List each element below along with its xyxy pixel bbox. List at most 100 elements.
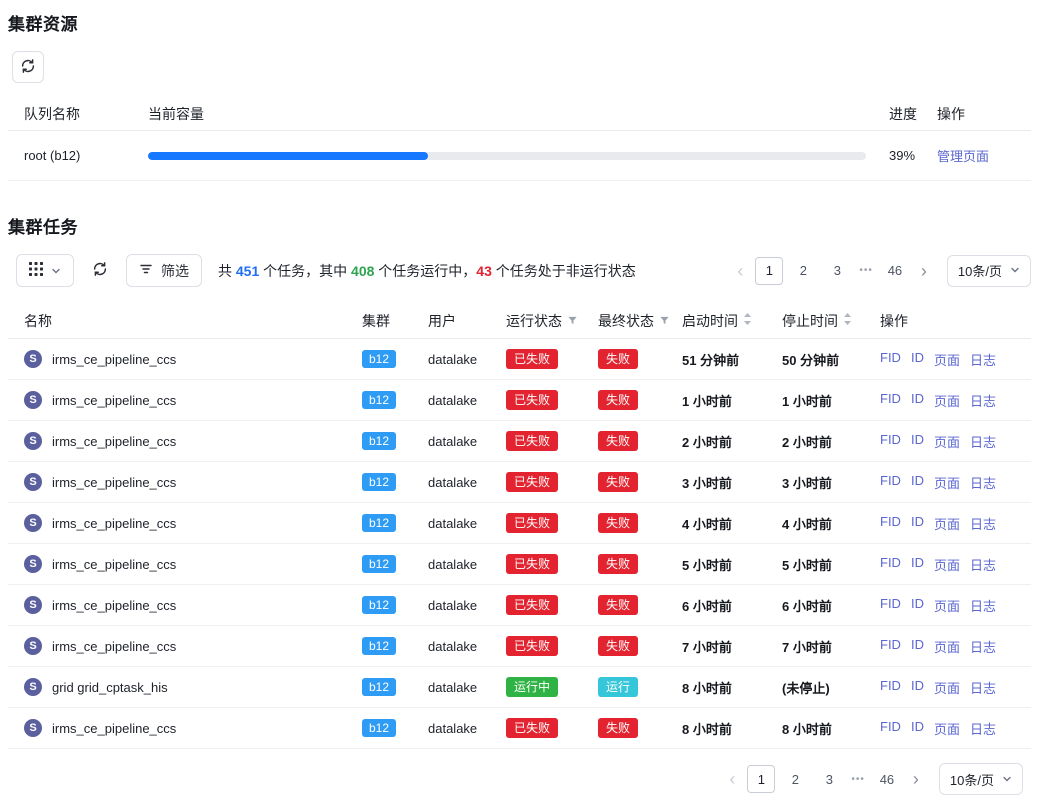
page-link[interactable]: 页面 — [934, 555, 960, 574]
log-link[interactable]: 日志 — [970, 555, 996, 574]
next-page-button[interactable]: › — [915, 262, 933, 280]
table-row: S irms_ce_pipeline_ccs b12 datalake 已失败 … — [8, 462, 1031, 503]
id-link[interactable]: ID — [911, 719, 924, 738]
cluster-badge: b12 — [362, 678, 396, 696]
cluster-badge: b12 — [362, 473, 396, 491]
page-link[interactable]: 页面 — [934, 596, 960, 615]
refresh-icon — [92, 261, 108, 280]
fid-link[interactable]: FID — [880, 637, 901, 656]
prev-page-button[interactable]: ‹ — [731, 262, 749, 280]
fid-link[interactable]: FID — [880, 432, 901, 451]
refresh-tasks-button[interactable] — [86, 254, 114, 287]
page-button-3[interactable]: 3 — [823, 257, 851, 285]
progress-percent: 39% — [889, 148, 937, 163]
stop-time: 2 小时前 — [782, 432, 880, 451]
user-name: datalake — [428, 393, 506, 408]
fid-link[interactable]: FID — [880, 473, 901, 492]
summary-text: 个任务运行中， — [374, 263, 476, 279]
cluster-badge: b12 — [362, 637, 396, 655]
page-link[interactable]: 页面 — [934, 473, 960, 492]
run-status-badge: 已失败 — [506, 390, 558, 410]
page-link[interactable]: 页面 — [934, 432, 960, 451]
log-link[interactable]: 日志 — [970, 514, 996, 533]
capacity-cell — [148, 152, 889, 160]
log-link[interactable]: 日志 — [970, 637, 996, 656]
sort-icon[interactable] — [743, 312, 752, 329]
filter-funnel-icon[interactable] — [659, 313, 670, 329]
avatar: S — [24, 637, 42, 655]
start-time: 5 小时前 — [682, 555, 782, 574]
resources-table: 队列名称 当前容量 进度 操作 root (b12) 39% 管理页面 — [8, 97, 1031, 181]
run-status-badge: 已失败 — [506, 431, 558, 451]
page-button-3[interactable]: 3 — [815, 765, 843, 793]
log-link[interactable]: 日志 — [970, 432, 996, 451]
final-status-badge: 失败 — [598, 349, 638, 369]
id-link[interactable]: ID — [911, 637, 924, 656]
page-button-46[interactable]: 46 — [873, 765, 901, 793]
page-button-1[interactable]: 1 — [747, 765, 775, 793]
id-link[interactable]: ID — [911, 432, 924, 451]
fid-link[interactable]: FID — [880, 391, 901, 410]
id-link[interactable]: ID — [911, 473, 924, 492]
page-button-2[interactable]: 2 — [781, 765, 809, 793]
more-pages-button[interactable]: ••• — [857, 265, 875, 276]
col-queue-name: 队列名称 — [24, 104, 148, 124]
page-size-select[interactable]: 10条/页 — [939, 763, 1023, 795]
manage-page-link[interactable]: 管理页面 — [937, 149, 989, 164]
id-link[interactable]: ID — [911, 596, 924, 615]
page-button-1[interactable]: 1 — [755, 257, 783, 285]
log-link[interactable]: 日志 — [970, 391, 996, 410]
task-name: irms_ce_pipeline_ccs — [52, 393, 176, 408]
page-link[interactable]: 页面 — [934, 514, 960, 533]
page-size-select[interactable]: 10条/页 — [947, 255, 1031, 287]
id-link[interactable]: ID — [911, 678, 924, 697]
avatar: S — [24, 555, 42, 573]
final-status-badge: 失败 — [598, 390, 638, 410]
user-name: datalake — [428, 721, 506, 736]
summary-text: 个任务处于非运行状态 — [492, 263, 636, 279]
refresh-button[interactable] — [12, 51, 44, 83]
start-time: 2 小时前 — [682, 432, 782, 451]
stop-time: 4 小时前 — [782, 514, 880, 533]
page-link[interactable]: 页面 — [934, 678, 960, 697]
fid-link[interactable]: FID — [880, 555, 901, 574]
id-link[interactable]: ID — [911, 391, 924, 410]
page-link[interactable]: 页面 — [934, 637, 960, 656]
log-link[interactable]: 日志 — [970, 596, 996, 615]
column-settings-button[interactable] — [16, 254, 74, 287]
fid-link[interactable]: FID — [880, 678, 901, 697]
next-page-button[interactable]: › — [907, 770, 925, 788]
page-size-value: 10条/页 — [950, 770, 994, 789]
log-link[interactable]: 日志 — [970, 473, 996, 492]
grid-icon — [29, 262, 43, 279]
page: 集群资源 队列名称 当前容量 进度 操作 root (b12) — [0, 0, 1039, 795]
fid-link[interactable]: FID — [880, 719, 901, 738]
sort-icon[interactable] — [843, 312, 852, 329]
page-link[interactable]: 页面 — [934, 350, 960, 369]
id-link[interactable]: ID — [911, 350, 924, 369]
start-time: 4 小时前 — [682, 514, 782, 533]
log-link[interactable]: 日志 — [970, 719, 996, 738]
log-link[interactable]: 日志 — [970, 678, 996, 697]
fid-link[interactable]: FID — [880, 350, 901, 369]
log-link[interactable]: 日志 — [970, 350, 996, 369]
table-row: S irms_ce_pipeline_ccs b12 datalake 已失败 … — [8, 708, 1031, 749]
run-status-badge: 已失败 — [506, 472, 558, 492]
fid-link[interactable]: FID — [880, 596, 901, 615]
filter-funnel-icon[interactable] — [567, 313, 578, 329]
page-button-2[interactable]: 2 — [789, 257, 817, 285]
page-link[interactable]: 页面 — [934, 719, 960, 738]
id-link[interactable]: ID — [911, 555, 924, 574]
page-link[interactable]: 页面 — [934, 391, 960, 410]
not-running-count: 43 — [476, 263, 492, 279]
id-link[interactable]: ID — [911, 514, 924, 533]
more-pages-button[interactable]: ••• — [849, 774, 867, 785]
filter-button[interactable]: 筛选 — [126, 254, 202, 287]
cluster-badge: b12 — [362, 555, 396, 573]
run-status-badge: 已失败 — [506, 718, 558, 738]
page-button-46[interactable]: 46 — [881, 257, 909, 285]
stop-time: 8 小时前 — [782, 719, 880, 738]
start-time: 7 小时前 — [682, 637, 782, 656]
fid-link[interactable]: FID — [880, 514, 901, 533]
prev-page-button[interactable]: ‹ — [723, 770, 741, 788]
